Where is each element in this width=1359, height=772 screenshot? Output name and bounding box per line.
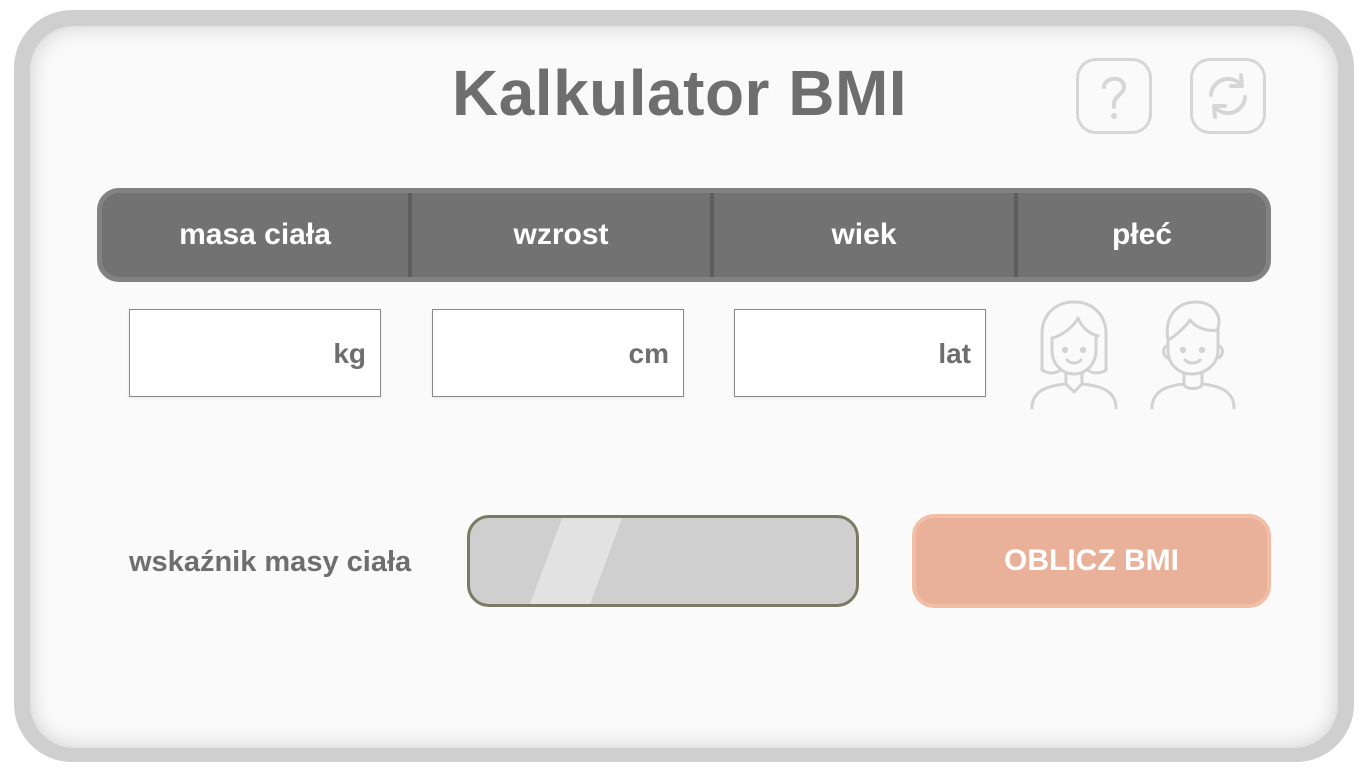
header-height: wzrost — [513, 218, 609, 251]
header-gender: płeć — [1111, 218, 1173, 251]
reset-button[interactable] — [1190, 58, 1266, 134]
male-option[interactable] — [1146, 296, 1240, 417]
age-unit: lat — [938, 338, 971, 369]
header-weight: masa ciała — [179, 218, 331, 251]
male-avatar-icon — [1150, 300, 1236, 410]
height-unit: cm — [628, 338, 669, 369]
refresh-icon — [1209, 73, 1247, 119]
result-label: wskaźnik masy ciała — [129, 546, 412, 578]
header-age: wiek — [831, 218, 897, 251]
bmi-result-display — [467, 515, 859, 607]
glare-decoration — [530, 518, 622, 604]
female-option[interactable] — [1028, 296, 1122, 417]
input-header-bar: masa ciała wzrost wiek płeć — [97, 188, 1271, 282]
height-field[interactable]: cm — [432, 309, 684, 397]
calculate-bmi-button[interactable]: OBLICZ BMI — [912, 514, 1271, 608]
help-button[interactable] — [1076, 58, 1152, 134]
female-avatar-icon — [1030, 300, 1118, 410]
page-title: Kalkulator BMI — [451, 57, 908, 129]
weight-unit: kg — [333, 338, 366, 369]
age-field[interactable]: lat — [734, 309, 986, 397]
weight-field[interactable]: kg — [129, 309, 381, 397]
question-mark-icon — [1102, 76, 1127, 119]
